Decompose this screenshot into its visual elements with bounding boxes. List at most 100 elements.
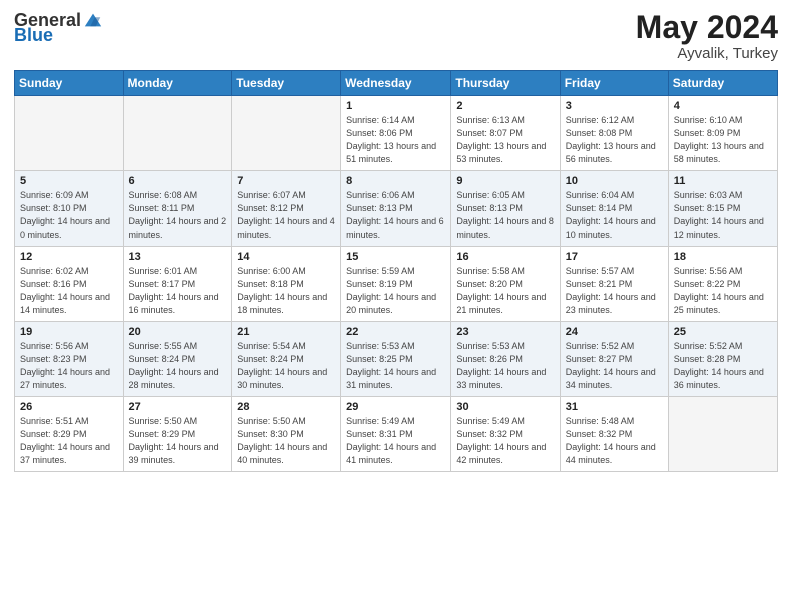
weekday-header: Sunday: [15, 71, 124, 96]
day-info: Sunrise: 5:52 AM Sunset: 8:28 PM Dayligh…: [674, 340, 772, 392]
calendar-cell: 2Sunrise: 6:13 AM Sunset: 8:07 PM Daylig…: [451, 96, 560, 171]
day-number: 22: [346, 326, 445, 338]
calendar-cell: 10 Sunrise: 6:04 AM Sunset: 8:14 PM Dayli…: [560, 171, 668, 246]
calendar-cell: 22 Sunrise: 5:53 AM Sunset: 8:25 PM Dayli…: [341, 321, 451, 396]
logo-blue: Blue: [14, 26, 53, 44]
day-number: 6: [129, 175, 227, 187]
day-number: 21: [237, 326, 335, 338]
day-number: 31: [566, 401, 663, 413]
calendar-cell: 26Sunrise: 5:51 AM Sunset: 8:29 PM Dayli…: [15, 396, 124, 471]
day-info: Sunrise: 6:02 AM Sunset: 8:16 PM Dayligh…: [20, 265, 118, 317]
day-info: Sunrise: 6:08 AM Sunset: 8:11 PM Dayligh…: [129, 189, 227, 241]
calendar-cell: 11 Sunrise: 6:03 AM Sunset: 8:15 PM Dayli…: [668, 171, 777, 246]
day-number: 4: [674, 100, 772, 112]
day-number: 2: [456, 100, 554, 112]
day-info: Sunrise: 5:52 AM Sunset: 8:27 PM Dayligh…: [566, 340, 663, 392]
day-info: Sunrise: 5:55 AM Sunset: 8:24 PM Dayligh…: [129, 340, 227, 392]
day-info: Sunrise: 5:53 AM Sunset: 8:26 PM Dayligh…: [456, 340, 554, 392]
day-info: Sunrise: 6:00 AM Sunset: 8:18 PM Dayligh…: [237, 265, 335, 317]
day-number: 17: [566, 251, 663, 263]
day-info: Sunrise: 6:07 AM Sunset: 8:12 PM Dayligh…: [237, 189, 335, 241]
weekday-header: Tuesday: [232, 71, 341, 96]
title-month: May 2024: [636, 10, 778, 45]
day-number: 1: [346, 100, 445, 112]
calendar-cell: 24 Sunrise: 5:52 AM Sunset: 8:27 PM Dayli…: [560, 321, 668, 396]
calendar-cell: 3Sunrise: 6:12 AM Sunset: 8:08 PM Daylig…: [560, 96, 668, 171]
weekday-header: Saturday: [668, 71, 777, 96]
calendar-cell: 5 Sunrise: 6:09 AM Sunset: 8:10 PM Daylig…: [15, 171, 124, 246]
day-number: 11: [674, 175, 772, 187]
calendar-cell: 18Sunrise: 5:56 AM Sunset: 8:22 PM Dayli…: [668, 246, 777, 321]
calendar-cell: 9 Sunrise: 6:05 AM Sunset: 8:13 PM Daylig…: [451, 171, 560, 246]
day-info: Sunrise: 6:04 AM Sunset: 8:14 PM Dayligh…: [566, 189, 663, 241]
day-info: Sunrise: 5:50 AM Sunset: 8:30 PM Dayligh…: [237, 415, 335, 467]
day-number: 7: [237, 175, 335, 187]
calendar-cell: 25Sunrise: 5:52 AM Sunset: 8:28 PM Dayli…: [668, 321, 777, 396]
day-info: Sunrise: 5:57 AM Sunset: 8:21 PM Dayligh…: [566, 265, 663, 317]
day-info: Sunrise: 6:09 AM Sunset: 8:10 PM Dayligh…: [20, 189, 118, 241]
calendar-cell: [668, 396, 777, 471]
calendar-cell: 29 Sunrise: 5:49 AM Sunset: 8:31 PM Dayli…: [341, 396, 451, 471]
day-number: 12: [20, 251, 118, 263]
calendar-cell: 4Sunrise: 6:10 AM Sunset: 8:09 PM Daylig…: [668, 96, 777, 171]
day-number: 16: [456, 251, 554, 263]
day-number: 23: [456, 326, 554, 338]
day-info: Sunrise: 5:59 AM Sunset: 8:19 PM Dayligh…: [346, 265, 445, 317]
day-info: Sunrise: 5:48 AM Sunset: 8:32 PM Dayligh…: [566, 415, 663, 467]
day-info: Sunrise: 6:12 AM Sunset: 8:08 PM Dayligh…: [566, 114, 663, 166]
title-location: Ayvalik, Turkey: [636, 45, 778, 62]
day-number: 20: [129, 326, 227, 338]
calendar-week-row: 26Sunrise: 5:51 AM Sunset: 8:29 PM Dayli…: [15, 396, 778, 471]
calendar-cell: [232, 96, 341, 171]
day-number: 9: [456, 175, 554, 187]
day-info: Sunrise: 5:54 AM Sunset: 8:24 PM Dayligh…: [237, 340, 335, 392]
day-number: 5: [20, 175, 118, 187]
calendar-cell: [15, 96, 124, 171]
day-number: 24: [566, 326, 663, 338]
day-info: Sunrise: 5:56 AM Sunset: 8:23 PM Dayligh…: [20, 340, 118, 392]
day-info: Sunrise: 5:53 AM Sunset: 8:25 PM Dayligh…: [346, 340, 445, 392]
calendar-cell: 30 Sunrise: 5:49 AM Sunset: 8:32 PM Dayli…: [451, 396, 560, 471]
calendar-cell: 20 Sunrise: 5:55 AM Sunset: 8:24 PM Dayli…: [123, 321, 232, 396]
calendar-cell: 28 Sunrise: 5:50 AM Sunset: 8:30 PM Dayli…: [232, 396, 341, 471]
day-info: Sunrise: 5:49 AM Sunset: 8:32 PM Dayligh…: [456, 415, 554, 467]
calendar-header-row: SundayMondayTuesdayWednesdayThursdayFrid…: [15, 71, 778, 96]
page: General Blue May 2024 Ayvalik, Turkey Su…: [0, 0, 792, 612]
calendar-cell: 12 Sunrise: 6:02 AM Sunset: 8:16 PM Dayli…: [15, 246, 124, 321]
day-info: Sunrise: 5:50 AM Sunset: 8:29 PM Dayligh…: [129, 415, 227, 467]
day-number: 26: [20, 401, 118, 413]
calendar-cell: 31 Sunrise: 5:48 AM Sunset: 8:32 PM Dayli…: [560, 396, 668, 471]
day-number: 19: [20, 326, 118, 338]
day-info: Sunrise: 6:06 AM Sunset: 8:13 PM Dayligh…: [346, 189, 445, 241]
day-number: 28: [237, 401, 335, 413]
day-number: 8: [346, 175, 445, 187]
day-number: 29: [346, 401, 445, 413]
calendar-cell: 27 Sunrise: 5:50 AM Sunset: 8:29 PM Dayli…: [123, 396, 232, 471]
day-number: 27: [129, 401, 227, 413]
weekday-header: Thursday: [451, 71, 560, 96]
calendar-cell: 6 Sunrise: 6:08 AM Sunset: 8:11 PM Daylig…: [123, 171, 232, 246]
calendar-cell: 14Sunrise: 6:00 AM Sunset: 8:18 PM Dayli…: [232, 246, 341, 321]
day-info: Sunrise: 6:01 AM Sunset: 8:17 PM Dayligh…: [129, 265, 227, 317]
day-number: 15: [346, 251, 445, 263]
calendar-cell: 16Sunrise: 5:58 AM Sunset: 8:20 PM Dayli…: [451, 246, 560, 321]
day-number: 18: [674, 251, 772, 263]
day-number: 30: [456, 401, 554, 413]
logo: General Blue: [14, 10, 103, 44]
weekday-header: Friday: [560, 71, 668, 96]
day-info: Sunrise: 5:49 AM Sunset: 8:31 PM Dayligh…: [346, 415, 445, 467]
day-info: Sunrise: 6:14 AM Sunset: 8:06 PM Dayligh…: [346, 114, 445, 166]
calendar-week-row: 1 Sunrise: 6:14 AM Sunset: 8:06 PM Daylig…: [15, 96, 778, 171]
weekday-header: Wednesday: [341, 71, 451, 96]
calendar-week-row: 12 Sunrise: 6:02 AM Sunset: 8:16 PM Dayli…: [15, 246, 778, 321]
calendar-cell: 1 Sunrise: 6:14 AM Sunset: 8:06 PM Daylig…: [341, 96, 451, 171]
calendar-cell: 13Sunrise: 6:01 AM Sunset: 8:17 PM Dayli…: [123, 246, 232, 321]
title-block: May 2024 Ayvalik, Turkey: [636, 10, 778, 62]
day-info: Sunrise: 6:05 AM Sunset: 8:13 PM Dayligh…: [456, 189, 554, 241]
weekday-header: Monday: [123, 71, 232, 96]
calendar-cell: 15 Sunrise: 5:59 AM Sunset: 8:19 PM Dayli…: [341, 246, 451, 321]
calendar-cell: 8 Sunrise: 6:06 AM Sunset: 8:13 PM Daylig…: [341, 171, 451, 246]
day-info: Sunrise: 6:03 AM Sunset: 8:15 PM Dayligh…: [674, 189, 772, 241]
calendar-cell: [123, 96, 232, 171]
day-number: 10: [566, 175, 663, 187]
